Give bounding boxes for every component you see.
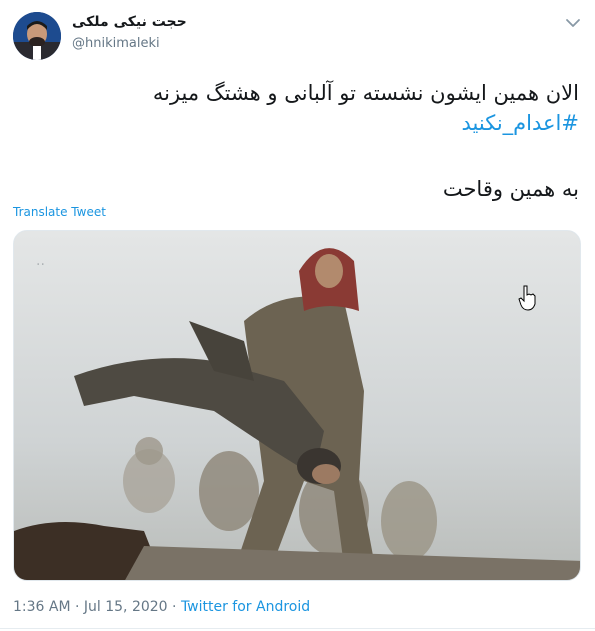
tweet-text-line-2: به همین وقاحت	[442, 177, 579, 201]
tweet-text-line: الان همین ایشون نشسته تو آلبانی و هشتگ م…	[152, 81, 579, 105]
tweet-text: الان همین ایشون نشسته تو آلبانی و هشتگ م…	[19, 78, 579, 138]
author-name[interactable]: حجت نیکی ملکی	[72, 14, 187, 30]
chevron-down-icon[interactable]	[563, 15, 583, 31]
tweet-card: حجت نیکی ملکی @hnikimaleki الان همین ایش…	[0, 0, 595, 631]
avatar[interactable]	[13, 12, 61, 60]
tweet-meta: 1:36 AM · Jul 15, 2020 · Twitter for And…	[13, 599, 310, 615]
svg-text:··: ··	[36, 257, 45, 273]
tweet-photo[interactable]: ··	[13, 230, 581, 581]
timestamp[interactable]: 1:36 AM · Jul 15, 2020 ·	[13, 599, 181, 615]
hashtag-link[interactable]: #اعدام_نکنید	[462, 111, 579, 135]
divider	[0, 628, 595, 629]
author-handle[interactable]: @hnikimaleki	[72, 36, 160, 51]
source-link[interactable]: Twitter for Android	[181, 599, 310, 615]
translate-tweet-link[interactable]: Translate Tweet	[13, 205, 106, 219]
